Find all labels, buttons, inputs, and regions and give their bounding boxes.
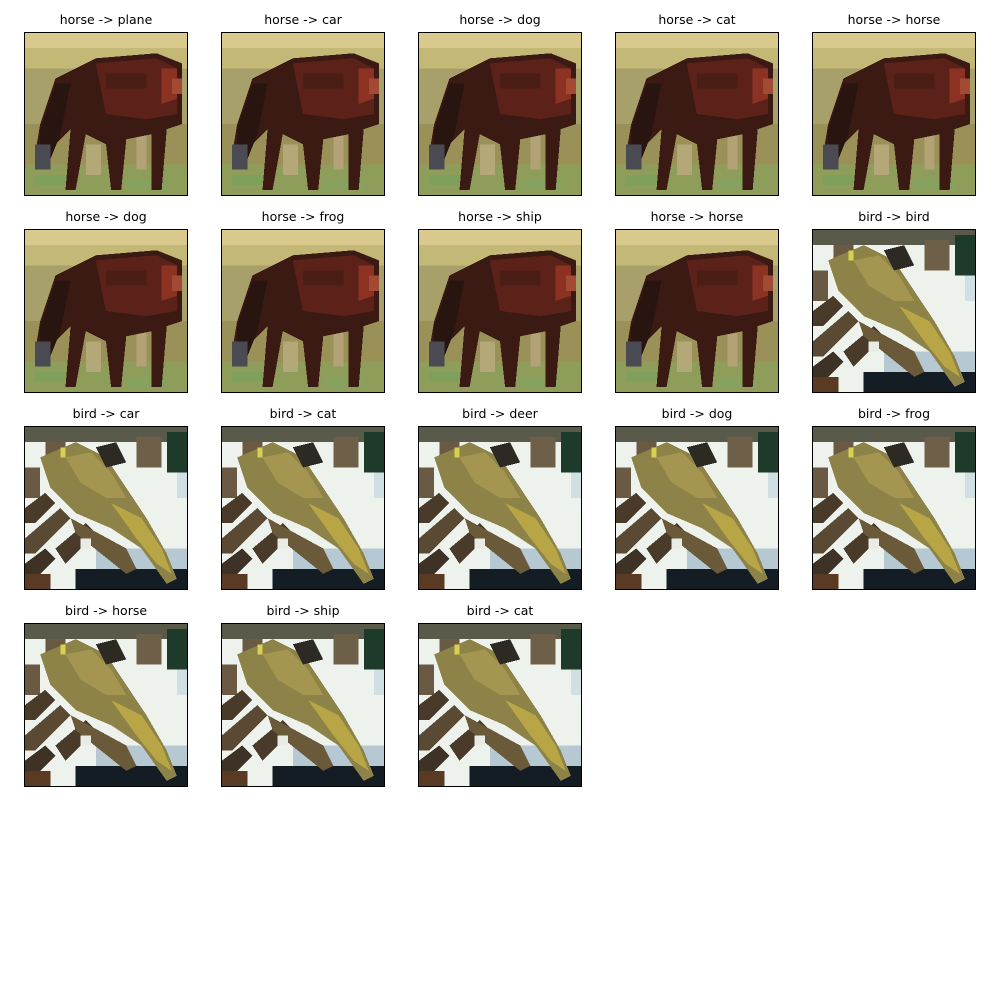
panel-title: bird -> horse	[64, 603, 148, 618]
panel-title: horse -> frog	[261, 209, 345, 224]
panel-title: bird -> car	[72, 406, 140, 421]
panel: horse -> plane	[24, 0, 221, 196]
adversarial-examples-grid: horse -> plane horse -> car horse -> dog ho…	[0, 0, 1000, 1000]
panel: horse -> frog	[221, 197, 418, 393]
panel: horse -> horse	[812, 0, 1000, 196]
panel-title: bird -> cat	[466, 603, 534, 618]
panel: horse -> dog	[418, 0, 615, 196]
panel-title: bird -> dog	[661, 406, 733, 421]
panel-title: bird -> cat	[269, 406, 337, 421]
panel: horse -> horse	[615, 197, 812, 393]
panel: bird -> car	[24, 394, 221, 590]
panel-title: horse -> car	[264, 12, 342, 27]
panel-title: horse -> horse	[847, 12, 941, 27]
panel: bird -> cat	[221, 394, 418, 590]
panel-title: bird -> frog	[857, 406, 931, 421]
panel: bird -> dog	[615, 394, 812, 590]
panel-title: horse -> cat	[658, 12, 736, 27]
horse-image	[812, 32, 976, 196]
panel: bird -> ship	[221, 591, 418, 787]
panel-title: horse -> dog	[65, 209, 147, 224]
panel: horse -> cat	[615, 0, 812, 196]
panel-title: bird -> bird	[858, 209, 930, 224]
bird-image	[24, 623, 188, 787]
bird-image	[812, 229, 976, 393]
panel: horse -> ship	[418, 197, 615, 393]
bird-image	[221, 623, 385, 787]
horse-image	[221, 32, 385, 196]
horse-image	[221, 229, 385, 393]
panel: bird -> frog	[812, 394, 1000, 590]
panel: bird -> bird	[812, 197, 1000, 393]
bird-image	[418, 426, 582, 590]
panel: bird -> cat	[418, 591, 615, 787]
horse-image	[615, 32, 779, 196]
horse-image	[24, 32, 188, 196]
bird-image	[418, 623, 582, 787]
panel-title: horse -> plane	[59, 12, 153, 27]
panel-title: horse -> dog	[459, 12, 541, 27]
panel-title: bird -> ship	[266, 603, 340, 618]
bird-image	[221, 426, 385, 590]
panel: bird -> horse	[24, 591, 221, 787]
bird-image	[615, 426, 779, 590]
horse-image	[418, 229, 582, 393]
horse-image	[615, 229, 779, 393]
bird-image	[812, 426, 976, 590]
panel: bird -> deer	[418, 394, 615, 590]
panel-title: horse -> horse	[650, 209, 744, 224]
panel-title: horse -> ship	[458, 209, 542, 224]
panel-title: bird -> deer	[462, 406, 538, 421]
panel: horse -> car	[221, 0, 418, 196]
bird-image	[24, 426, 188, 590]
horse-image	[24, 229, 188, 393]
horse-image	[418, 32, 582, 196]
panel: horse -> dog	[24, 197, 221, 393]
